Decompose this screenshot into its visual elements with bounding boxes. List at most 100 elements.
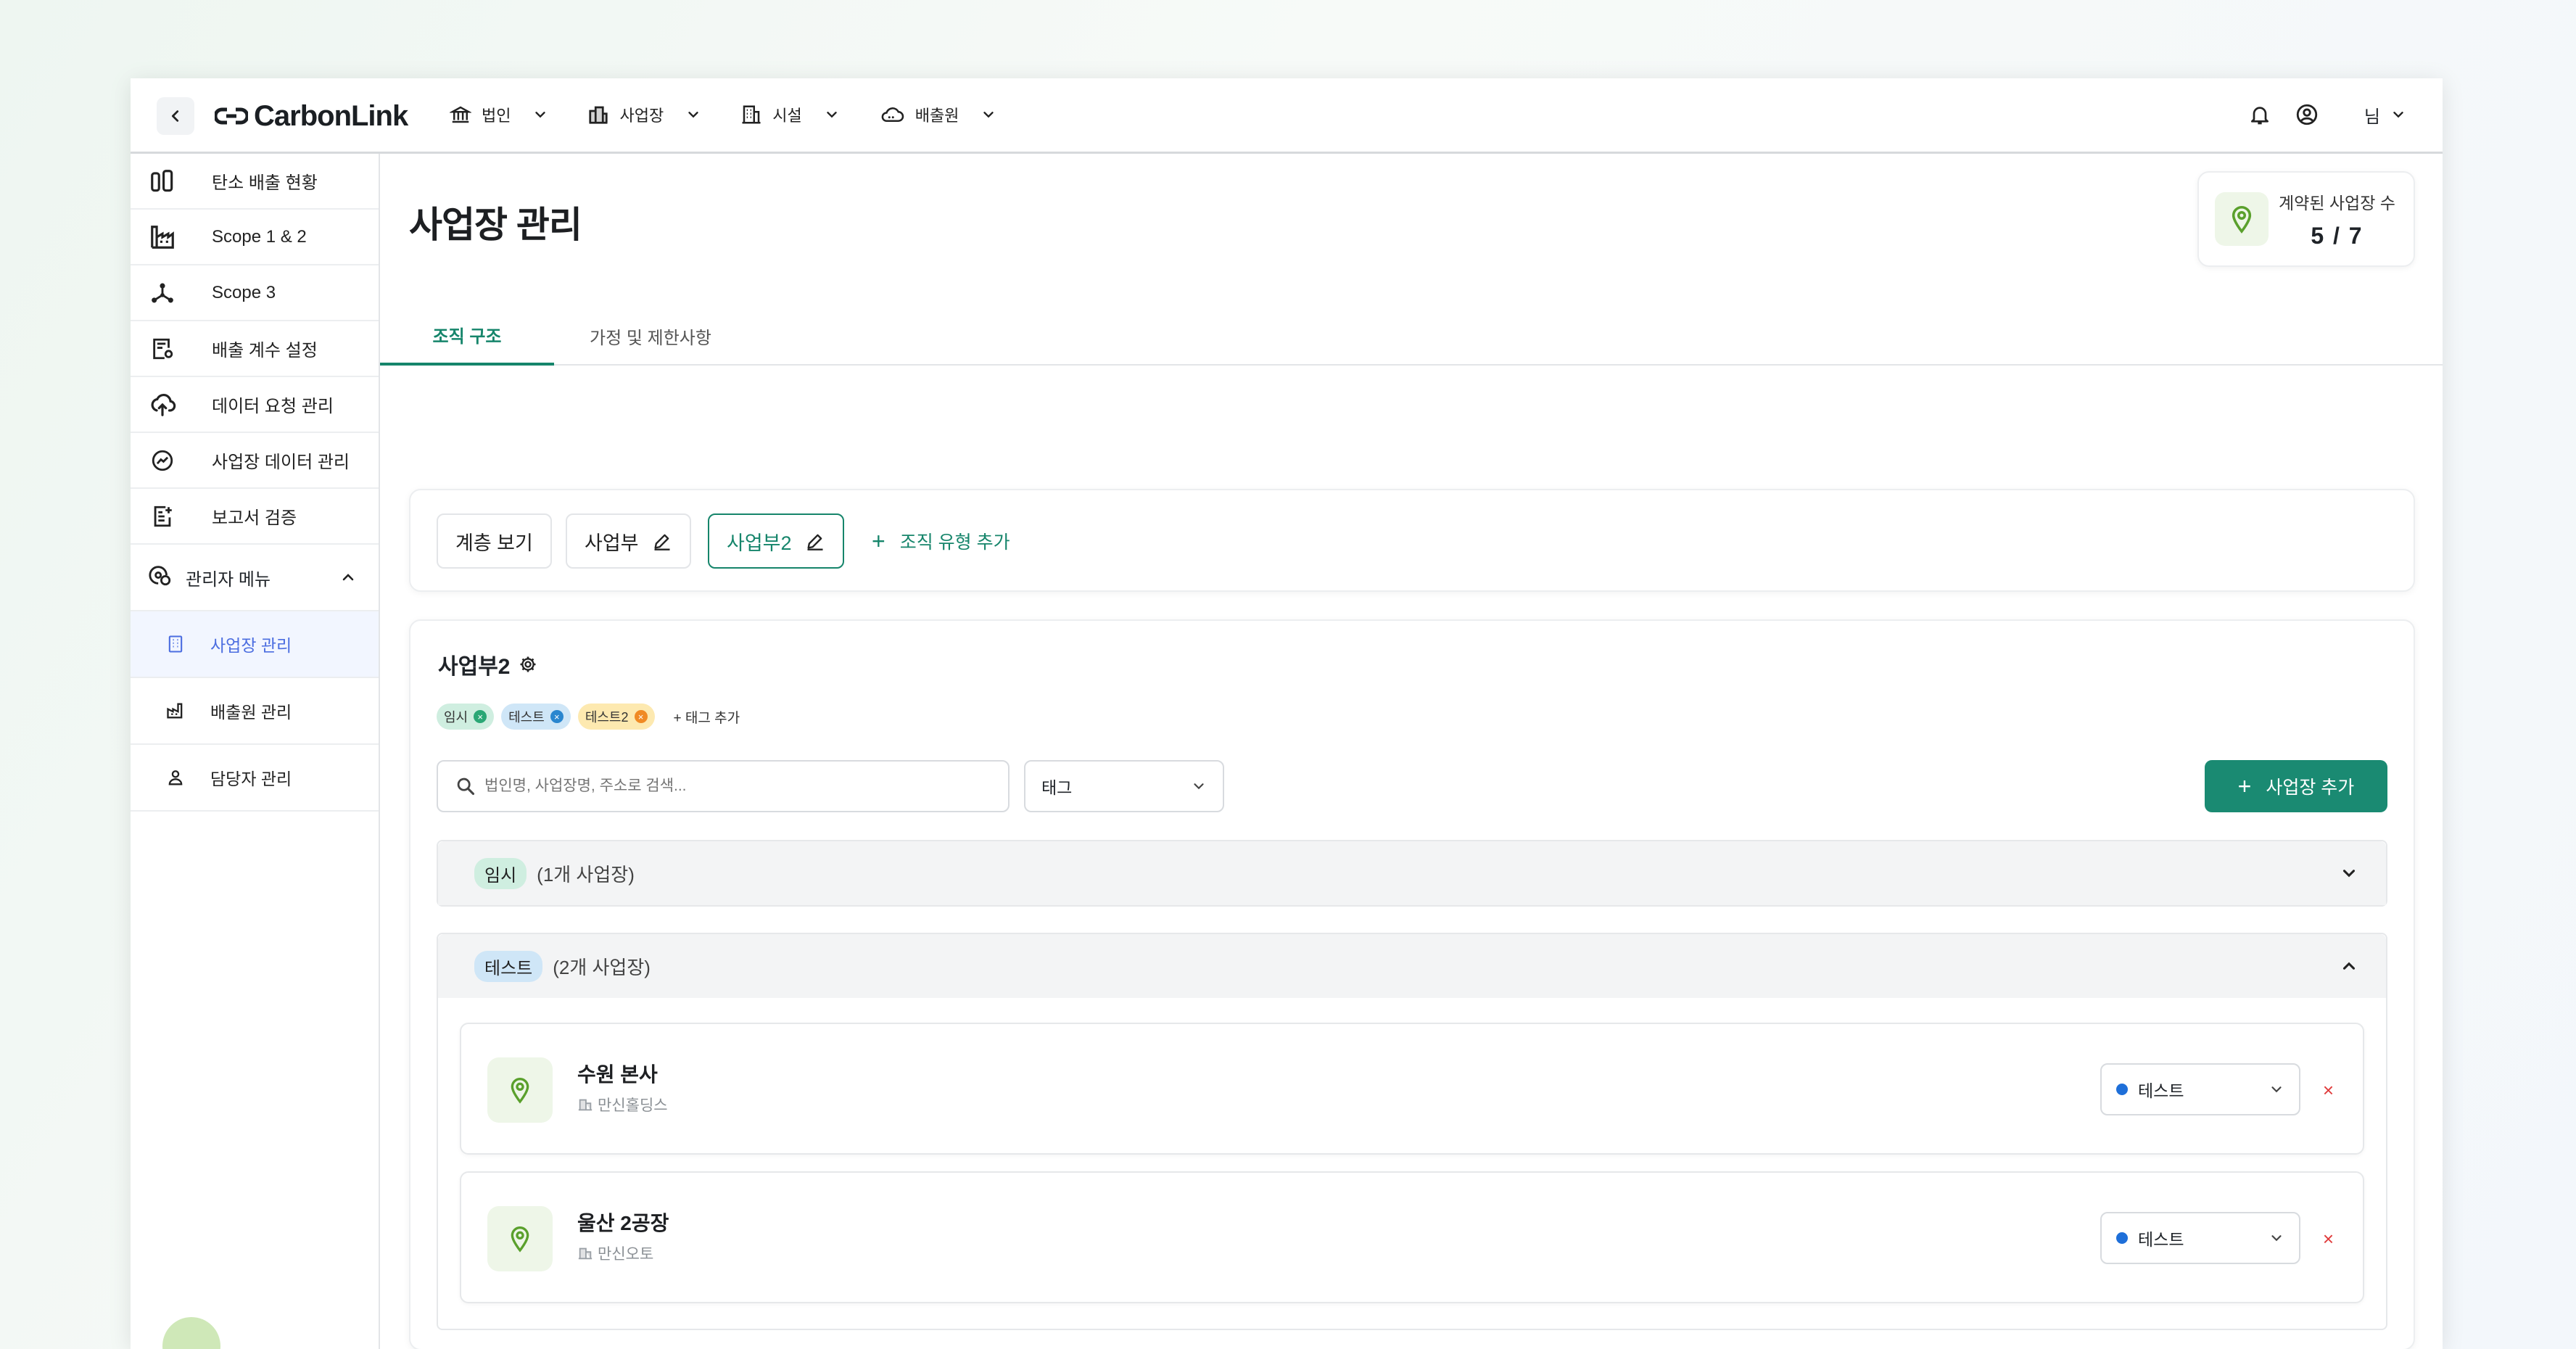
network-icon (148, 279, 177, 308)
sidebar-item-label: 탄소 배출 현황 (212, 173, 318, 193)
chip-division[interactable]: 사업부 (566, 513, 691, 569)
app-window: CarbonLink 법인 사업장 시설 배출원 님 탄소 배출 현황 Scop… (131, 78, 2443, 1349)
tab-assumptions[interactable]: 가정 및 제한사항 (554, 306, 747, 366)
tab-org-structure[interactable]: 조직 구조 (380, 306, 554, 366)
site-tag-select[interactable]: 테스트 (2100, 1212, 2300, 1264)
sidebar-item-label: 보고서 검증 (212, 508, 297, 528)
chip-hierarchy-view[interactable]: 계층 보기 (437, 513, 552, 569)
sidebar-item-emission-source-management[interactable]: 배출원 관리 (131, 678, 379, 745)
tag-label: 테스트2 (585, 710, 629, 725)
chevron-down-icon (2271, 1235, 2282, 1242)
bell-icon[interactable] (2248, 103, 2271, 126)
remove-tag-icon[interactable]: × (634, 710, 648, 723)
tag-list: 임시 × 테스트 × 테스트2 × + 태그 추가 (437, 704, 740, 730)
chevron-down-icon[interactable] (2340, 864, 2358, 883)
site-tag-select[interactable]: 테스트 (2100, 1063, 2300, 1115)
site-company-name: 만신오토 (598, 1246, 654, 1263)
add-org-type-label: 조직 유형 추가 (899, 532, 1010, 553)
remove-tag-icon[interactable]: × (550, 710, 564, 723)
chevron-down-icon (688, 112, 698, 118)
site-search[interactable] (437, 760, 1010, 812)
sidebar-item-emission-status[interactable]: 탄소 배출 현황 (131, 154, 379, 210)
sidebar-item-manager-management[interactable]: 담당자 관리 (131, 745, 379, 812)
top-nav: 법인 사업장 시설 배출원 (450, 78, 1036, 151)
nav-emission-source-label: 배출원 (915, 107, 959, 125)
sidebar-item-label: 배출 계수 설정 (212, 341, 318, 360)
site-group-header[interactable]: 임시 (1개 사업장) (438, 841, 2386, 905)
sidebar-admin-menu[interactable]: 관리자 메뉴 (131, 545, 379, 611)
chevron-down-icon (535, 112, 546, 118)
chevron-up-icon (342, 574, 354, 581)
chevron-up-icon[interactable] (2340, 957, 2358, 975)
remove-site-icon[interactable]: × (2323, 1079, 2334, 1102)
contract-count-value: 5 / 7 (2311, 222, 2364, 249)
contract-count-label: 계약된 사업장 수 (2279, 193, 2395, 213)
sidebar-item-scope12[interactable]: Scope 1 & 2 (131, 210, 379, 265)
search-input[interactable] (484, 777, 978, 795)
user-name[interactable]: 님 (2364, 102, 2380, 128)
logo[interactable]: CarbonLink (215, 94, 408, 138)
nav-facility[interactable]: 시설 (740, 78, 839, 151)
tag-select-value: 태그 (1041, 778, 1073, 797)
nav-site[interactable]: 사업장 (587, 78, 701, 151)
sidebar-item-label: 사업장 데이터 관리 (212, 453, 350, 472)
top-right-actions: 님 (2248, 78, 2406, 151)
remove-tag-icon[interactable]: × (474, 710, 487, 723)
sidebar-item-emission-factor[interactable]: 배출 계수 설정 (131, 321, 379, 377)
location-pin-icon (487, 1206, 553, 1271)
chevron-down-icon (983, 112, 994, 118)
site-company: 만신홀딩스 (577, 1094, 668, 1115)
chevron-down-icon (2271, 1086, 2282, 1093)
site-group[interactable]: 임시 (1개 사업장) (437, 840, 2387, 907)
sidebar-item-site-management[interactable]: 사업장 관리 (131, 611, 379, 678)
site-card[interactable]: 수원 본사 만신홀딩스 테스트 × (460, 1023, 2364, 1155)
building-outline-icon (168, 635, 183, 653)
person-icon (168, 770, 183, 785)
site-name: 수원 본사 (577, 1063, 658, 1086)
sidebar-item-report-verify[interactable]: 보고서 검증 (131, 489, 379, 545)
buildings-icon (589, 106, 608, 124)
add-org-type-button[interactable]: + 조직 유형 추가 (872, 513, 1010, 569)
document-gear-icon (148, 334, 177, 363)
sidebar-item-site-data[interactable]: 사업장 데이터 관리 (131, 433, 379, 489)
tag-filter-select[interactable]: 태그 (1024, 760, 1224, 812)
add-site-label: 사업장 추가 (2266, 777, 2355, 798)
group-tag: 테스트 (474, 950, 543, 982)
chip-division2[interactable]: 사업부2 (708, 513, 844, 569)
nav-corporation[interactable]: 법인 (450, 78, 548, 151)
location-pin-icon (2215, 192, 2269, 246)
site-card[interactable]: 울산 2공장 만신오토 테스트 × (460, 1171, 2364, 1303)
tag-chip[interactable]: 테스트 × (501, 704, 571, 730)
sidebar-item-data-request[interactable]: 데이터 요청 관리 (131, 377, 379, 433)
add-tag-button[interactable]: + 태그 추가 (674, 707, 740, 727)
gear-icon[interactable] (518, 654, 538, 674)
user-circle-icon[interactable] (2295, 102, 2319, 127)
admin-shield-icon (148, 563, 173, 593)
cloud-upload-icon (148, 390, 177, 419)
building-small-icon (578, 1247, 593, 1260)
tag-chip[interactable]: 임시 × (437, 704, 495, 730)
nav-facility-label: 시설 (772, 107, 802, 125)
add-tag-label: 태그 추가 (685, 710, 740, 726)
chip-label: 사업부2 (727, 532, 792, 554)
contract-count-card: 계약된 사업장 수 5 / 7 (2197, 171, 2415, 267)
sidebar-item-label: Scope 3 (212, 282, 276, 302)
sidebar-sub-label: 사업장 관리 (210, 636, 292, 655)
division-title: 사업부2 (438, 648, 538, 680)
chevron-down-icon[interactable] (2390, 107, 2406, 123)
nav-corporation-label: 법인 (482, 107, 511, 125)
plus-icon: + (872, 527, 886, 554)
pencil-icon[interactable] (805, 531, 825, 551)
building-icon (742, 105, 761, 124)
pencil-icon[interactable] (652, 531, 672, 551)
remove-site-icon[interactable]: × (2323, 1228, 2334, 1250)
add-site-button[interactable]: + 사업장 추가 (2205, 760, 2387, 812)
main-content: 사업장 관리 계약된 사업장 수 5 / 7 조직 구조 가정 및 제한사항 계… (380, 154, 2443, 1349)
trend-icon (148, 446, 177, 475)
tag-label: 테스트 (508, 710, 545, 725)
sidebar-item-scope3[interactable]: Scope 3 (131, 265, 379, 321)
nav-emission-source[interactable]: 배출원 (879, 78, 997, 151)
tag-chip[interactable]: 테스트2 × (577, 704, 655, 730)
back-button[interactable] (157, 97, 194, 135)
site-group-header[interactable]: 테스트 (2개 사업장) (438, 934, 2386, 998)
